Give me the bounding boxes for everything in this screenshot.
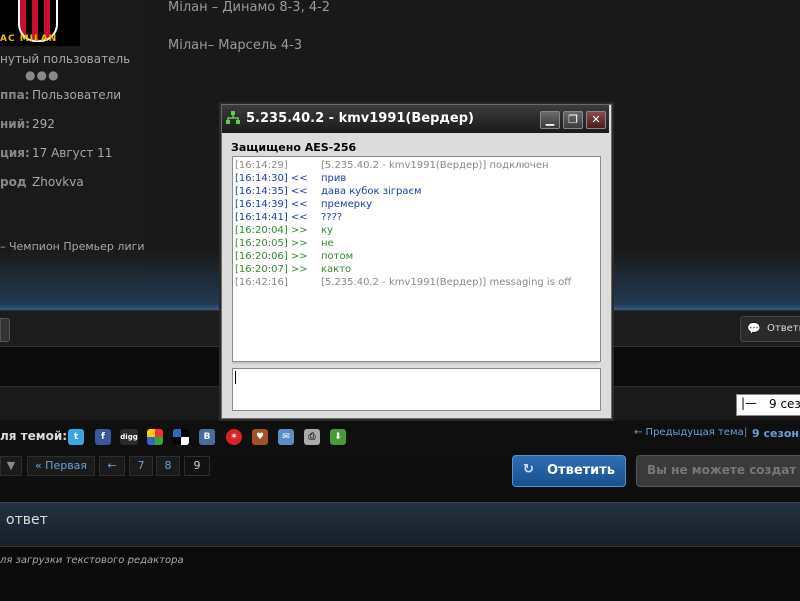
delicious-icon[interactable] [147, 429, 163, 445]
message-timestamp: [16:20:04] >> [235, 225, 308, 236]
post-line-1: Мілан – Динамо 8-3, 4-2 [168, 0, 331, 15]
close-icon[interactable]: ✕ [586, 111, 606, 129]
download-icon[interactable]: ⬇ [330, 429, 346, 445]
editor-loading-note: ля загрузки текстового редактора [0, 555, 184, 566]
share-label: ля темой: [0, 429, 68, 443]
myspace-icon[interactable] [173, 429, 189, 445]
pager-current-page: 9 [184, 456, 210, 476]
text-caret [235, 371, 236, 384]
chat-message: [16:20:05] >> не [235, 237, 334, 250]
digg-icon[interactable]: digg [120, 429, 138, 445]
registration-label: ция: [0, 146, 30, 160]
quick-reply-label: Ответи [767, 323, 800, 334]
message-text: не [321, 238, 334, 249]
message-text: ку [321, 225, 333, 236]
group-label: ппа: [0, 88, 30, 102]
season-select[interactable]: |— 9 сез [736, 394, 800, 416]
message-text: дава кубок зіграєм [321, 186, 422, 197]
chat-message: [16:14:39] << премерку [235, 198, 372, 211]
user-avatar[interactable]: AC MILAN [0, 0, 80, 46]
moemesto-icon[interactable]: ♥ [252, 429, 268, 445]
chat-input[interactable] [232, 368, 601, 411]
previous-topic-link[interactable]: ← Предыдущая тема [634, 427, 744, 438]
city-value: Zhovkva [32, 175, 84, 189]
pager-prev[interactable]: ← [99, 456, 125, 476]
pager-dropdown[interactable]: ▼ [0, 456, 22, 476]
chat-splitter[interactable] [232, 362, 599, 364]
chat-message: [16:14:29] [5.235.40.2 - kmv1991(Вердер)]… [235, 159, 549, 172]
user-type: нутый пользователь [0, 52, 131, 66]
chat-message: [16:14:41] <<???? [235, 211, 342, 224]
select-marker-icon: |— [741, 396, 758, 410]
print-icon[interactable]: ⎙ [304, 429, 320, 445]
pager-page-8[interactable]: 8 [156, 456, 180, 476]
message-text: прив [321, 173, 347, 184]
message-text: както [321, 264, 352, 275]
message-timestamp: [16:14:29] [235, 160, 288, 171]
pager-first[interactable]: « Первая [27, 456, 95, 476]
facebook-icon[interactable]: f [95, 429, 111, 445]
bookmark-icon[interactable]: ✶ [226, 429, 242, 445]
encryption-status: Защищено AES-256 [231, 141, 357, 154]
user-signature: – Чемпион Премьер лиги [0, 240, 145, 253]
message-text: потом [321, 251, 354, 262]
pager-page-7[interactable]: 7 [129, 456, 153, 476]
email-icon[interactable]: ✉ [278, 429, 294, 445]
rating-dots: ●●● [25, 68, 60, 82]
answer-header [0, 502, 800, 547]
vkontakte-icon[interactable]: В [199, 429, 215, 445]
minimize-icon[interactable]: ▁ [540, 111, 560, 129]
chat-message: [16:20:06] >> потом [235, 250, 353, 263]
message-timestamp: [16:20:06] >> [235, 251, 308, 262]
cannot-create-label: Вы не можете создат [647, 463, 797, 477]
message-text: премерку [321, 199, 373, 210]
message-timestamp: [16:20:05] >> [235, 238, 308, 249]
chat-message: [16:14:35] << дава кубок зіграєм [235, 185, 422, 198]
message-text: ???? [321, 212, 343, 223]
chat-message: [16:42:16] [5.235.40.2 - kmv1991(Вердер)]… [235, 276, 571, 289]
quick-reply-button[interactable]: 💬 Ответи [740, 316, 800, 342]
message-timestamp: [16:14:35] << [235, 186, 308, 197]
group-value: Пользователи [32, 88, 122, 102]
speech-bubble-icon: 💬 [747, 322, 761, 335]
maximize-icon[interactable]: ❐ [563, 111, 583, 129]
messages-label: ний: [0, 117, 30, 131]
season-select-value: 9 сез [769, 397, 800, 411]
chat-message: [16:20:07] >> както [235, 263, 351, 276]
reply-button[interactable]: ↻ Ответить [512, 455, 626, 487]
answer-title: ответ [6, 512, 48, 528]
reply-button-label: Ответить [547, 463, 616, 478]
post-line-2: Мілан– Марсель 4-3 [168, 38, 303, 53]
chat-title: 5.235.40.2 - kmv1991(Вердер) [246, 111, 474, 126]
message-timestamp: [16:42:16] [235, 277, 288, 288]
nav-separator: | [744, 427, 748, 438]
network-icon [226, 111, 240, 124]
message-timestamp: [16:14:41] << [235, 212, 308, 223]
message-timestamp: [16:20:07] >> [235, 264, 308, 275]
next-topic-link[interactable]: 9 сезон [752, 427, 799, 440]
message-text: [5.235.40.2 - kmv1991(Вердер)] подключен [321, 160, 549, 171]
toolbar-left-button[interactable] [0, 318, 10, 342]
message-text: [5.235.40.2 - kmv1991(Вердер)] messaging… [321, 277, 572, 288]
chat-message: [16:20:04] >> ку [235, 224, 333, 237]
city-label: род [0, 175, 27, 189]
chat-message: [16:14:30] << прив [235, 172, 346, 185]
message-timestamp: [16:14:39] << [235, 199, 308, 210]
message-timestamp: [16:14:30] << [235, 173, 308, 184]
cannot-create-topic-button: Вы не можете создат [636, 455, 800, 487]
twitter-icon[interactable]: t [68, 429, 84, 445]
registration-value: 17 Август 11 [32, 146, 113, 160]
avatar-logo-text: AC MILAN [0, 34, 58, 44]
chat-log[interactable]: [16:14:29] [5.235.40.2 - kmv1991(Вердер)]… [232, 156, 601, 362]
messages-value: 292 [32, 117, 55, 131]
reply-arrow-icon: ↻ [523, 462, 534, 477]
